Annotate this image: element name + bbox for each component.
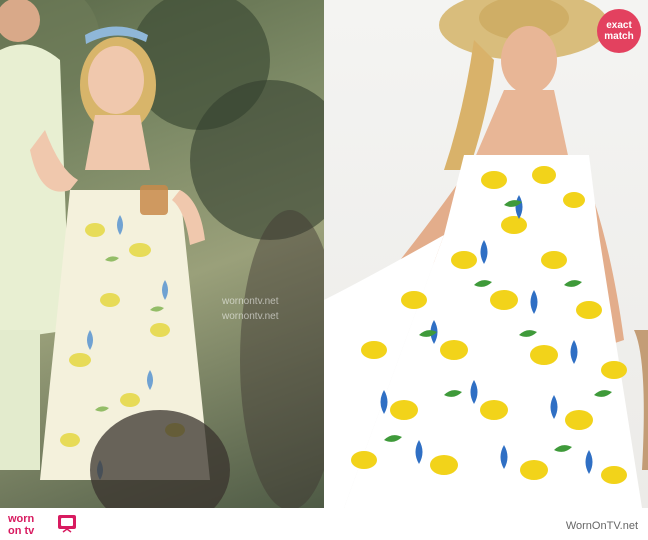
badge-line1: exact — [606, 20, 632, 31]
footer-bar — [0, 508, 648, 540]
right-photo — [324, 0, 648, 508]
logo-bottom: on tv — [8, 525, 35, 537]
drink-glass — [140, 185, 168, 215]
right-scene — [324, 0, 648, 508]
watermark-text: wornontv.net — [222, 296, 279, 307]
rattan-chair — [634, 330, 648, 470]
woman-face — [88, 46, 144, 114]
left-scene — [0, 0, 324, 508]
worn-on-tv-logo[interactable]: worn on tv — [6, 511, 80, 537]
woman-face — [501, 26, 557, 94]
left-photo: wornontv.net wornontv.net — [0, 0, 324, 508]
badge-line2: match — [604, 31, 634, 42]
watermark-text: wornontv.net — [222, 311, 279, 322]
logo-top: worn — [7, 513, 35, 525]
site-credit[interactable]: WornOnTV.net — [566, 520, 638, 532]
exact-match-badge: exact match — [597, 9, 641, 53]
